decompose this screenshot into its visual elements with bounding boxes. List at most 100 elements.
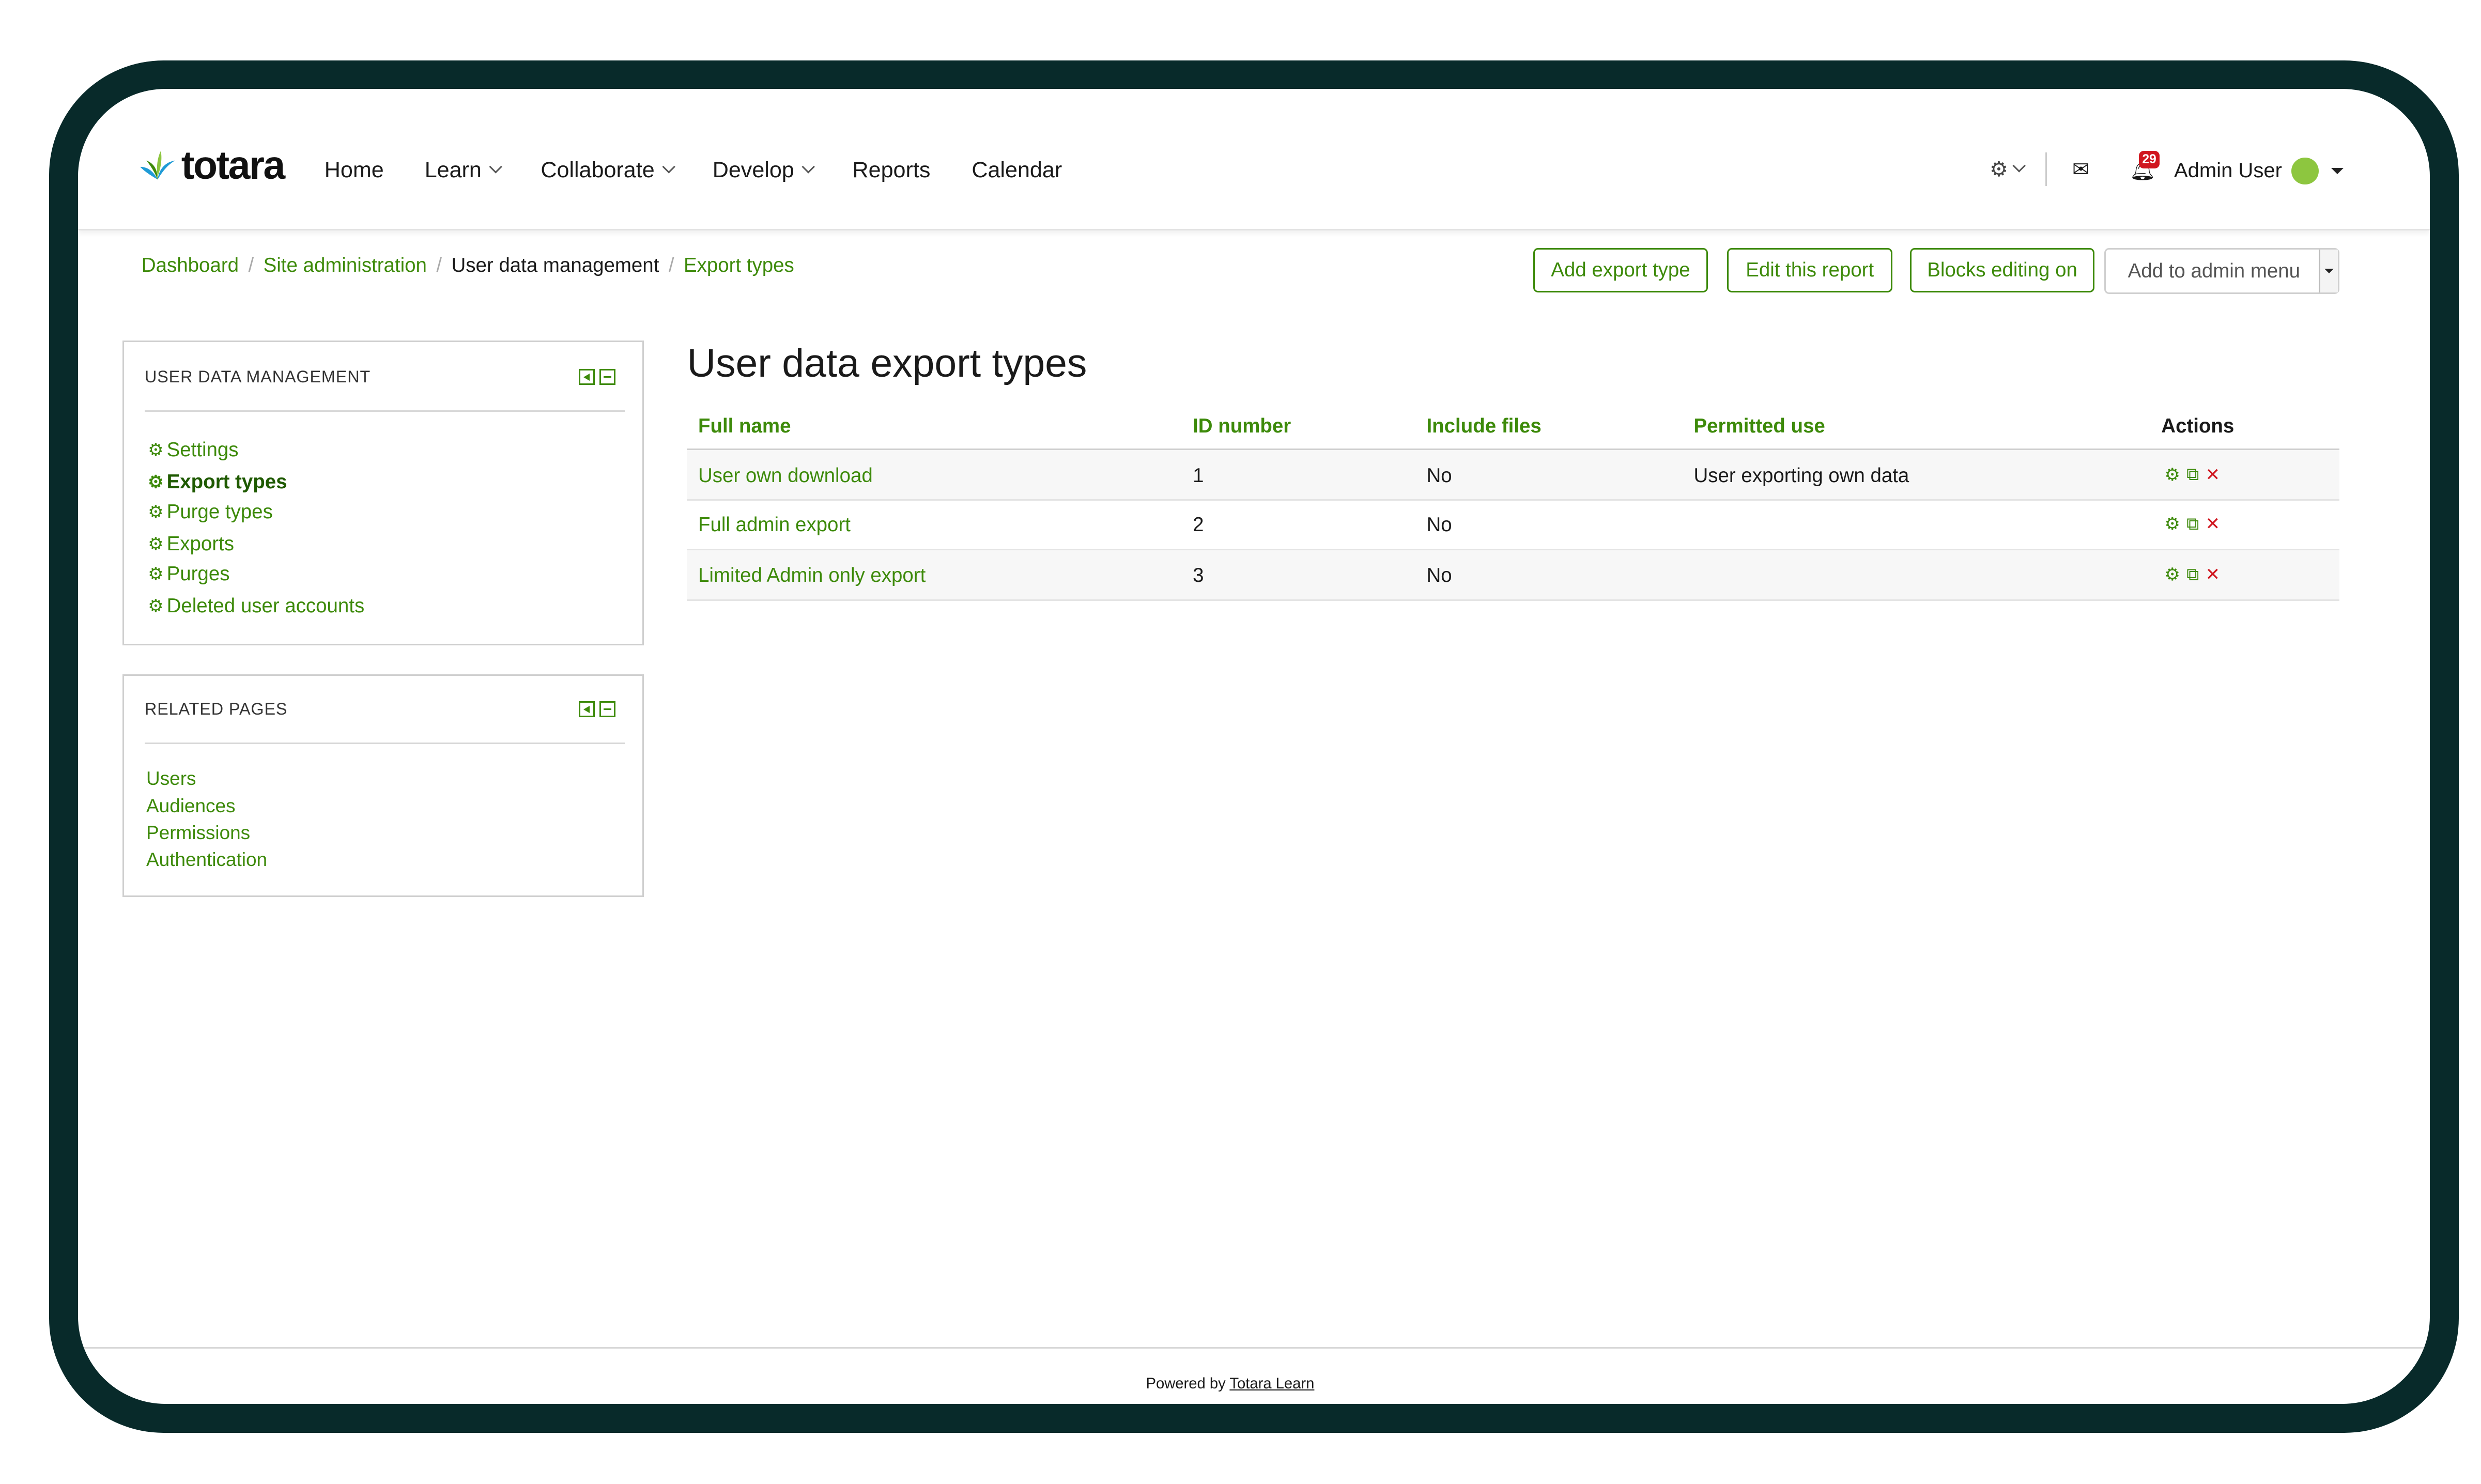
gear-icon: ⚙ — [148, 502, 164, 522]
chevron-down-icon — [2012, 159, 2026, 173]
messages-button[interactable]: ✉ — [2072, 158, 2090, 181]
add-to-admin-menu-select[interactable]: Add to admin menu — [2104, 248, 2339, 295]
column-header-include-files[interactable]: Include files — [1427, 415, 1542, 438]
nav-develop-label: Develop — [712, 157, 794, 182]
gear-icon: ⚙ — [148, 564, 164, 584]
totara-logo[interactable]: totara — [137, 143, 285, 188]
settings-gear-icon[interactable]: ⚙ — [2164, 564, 2180, 585]
avatar — [2291, 157, 2319, 184]
collapse-block-icon[interactable] — [599, 701, 615, 717]
chevron-down-icon — [489, 160, 503, 174]
row-id-number: 2 — [1193, 514, 1204, 536]
row-full-name[interactable]: Limited Admin only export — [698, 564, 926, 587]
dock-block-icon[interactable] — [579, 368, 595, 385]
table-row: Limited Admin only export 3 No ⚙ ⧉ ✕ — [687, 550, 2339, 601]
settings-gear-icon[interactable]: ⚙ — [2164, 514, 2180, 534]
row-include-files: No — [1426, 464, 1452, 487]
breadcrumb-site-administration[interactable]: Site administration — [264, 254, 427, 277]
duplicate-icon[interactable]: ⧉ — [2186, 465, 2199, 485]
related-link-audiences[interactable]: Audiences — [146, 795, 235, 817]
related-pages-block: RELATED PAGES Users Audiences Permission… — [122, 674, 644, 897]
sidebar-item-label: Deleted user accounts — [166, 594, 365, 617]
user-name: Admin User — [2174, 159, 2282, 182]
notification-badge: 29 — [2139, 151, 2160, 169]
sidebar-item-label: Exports — [166, 532, 234, 555]
add-export-type-button[interactable]: Add export type — [1533, 248, 1708, 293]
row-full-name[interactable]: User own download — [698, 465, 873, 487]
page-footer: Powered by Totara Learn — [78, 1375, 2382, 1393]
chevron-down-icon — [662, 160, 676, 174]
row-actions: ⚙ ⧉ ✕ — [2164, 514, 2220, 534]
related-link-authentication[interactable]: Authentication — [146, 849, 267, 871]
block-title: RELATED PAGES — [144, 700, 288, 718]
leaf-icon — [140, 151, 175, 180]
user-data-management-block: USER DATA MANAGEMENT ⚙ Settings ⚙ Export t… — [122, 340, 644, 646]
sidebar-item-settings[interactable]: ⚙ Settings — [148, 439, 238, 461]
sidebar-item-purge-types[interactable]: ⚙ Purge types — [148, 501, 273, 523]
top-navbar: totara Home Learn Collaborate Develop Re… — [78, 89, 2430, 231]
block-divider — [144, 743, 625, 745]
nav-learn-label: Learn — [424, 157, 482, 182]
nav-reports-label: Reports — [852, 157, 931, 182]
sidebar-item-label: Purges — [166, 563, 230, 585]
gear-icon: ⚙ — [148, 596, 164, 616]
column-header-id-number[interactable]: ID number — [1193, 415, 1291, 438]
chevron-down-icon — [802, 160, 815, 174]
footer-totara-link[interactable]: Totara Learn — [1229, 1375, 1314, 1392]
row-full-name[interactable]: Full admin export — [698, 514, 851, 536]
duplicate-icon[interactable]: ⧉ — [2186, 514, 2199, 534]
block-controls — [579, 701, 615, 717]
nav-collaborate[interactable]: Collaborate — [541, 158, 676, 183]
nav-learn[interactable]: Learn — [424, 157, 503, 183]
sidebar-item-label: Settings — [166, 439, 239, 461]
row-permitted-use: User exporting own data — [1693, 464, 1909, 487]
nav-home[interactable]: Home — [325, 158, 384, 183]
nav-calendar-label: Calendar — [972, 157, 1062, 182]
breadcrumb-separator: / — [248, 254, 254, 277]
edit-this-report-button[interactable]: Edit this report — [1727, 248, 1893, 293]
related-link-permissions[interactable]: Permissions — [146, 822, 250, 844]
table-row: User own download 1 No User exporting ow… — [687, 450, 2339, 501]
user-menu[interactable]: Admin User — [2174, 157, 2344, 184]
block-controls — [579, 368, 615, 385]
nav-reports[interactable]: Reports — [853, 158, 931, 183]
page-title: User data export types — [687, 341, 1087, 385]
collapse-block-icon[interactable] — [599, 368, 615, 385]
sidebar-item-deleted-user-accounts[interactable]: ⚙ Deleted user accounts — [148, 595, 364, 617]
blocks-editing-button[interactable]: Blocks editing on — [1910, 248, 2095, 293]
row-include-files: No — [1426, 514, 1452, 536]
caret-down-icon — [2331, 167, 2344, 174]
column-header-permitted-use[interactable]: Permitted use — [1694, 415, 1825, 438]
footer-text: Powered by — [1146, 1375, 1226, 1393]
delete-icon[interactable]: ✕ — [2206, 465, 2220, 485]
sidebar-item-label: Export types — [166, 470, 287, 493]
breadcrumb-export-types[interactable]: Export types — [684, 254, 794, 277]
row-include-files: No — [1426, 564, 1452, 587]
app-window: totara Home Learn Collaborate Develop Re… — [78, 89, 2430, 1404]
breadcrumb-separator: / — [436, 254, 442, 277]
row-actions: ⚙ ⧉ ✕ — [2164, 564, 2220, 585]
gear-icon: ⚙ — [148, 534, 164, 554]
nav-calendar[interactable]: Calendar — [972, 158, 1062, 183]
sidebar-item-export-types[interactable]: ⚙ Export types — [148, 471, 287, 493]
delete-icon[interactable]: ✕ — [2206, 514, 2220, 534]
nav-develop[interactable]: Develop — [712, 157, 815, 183]
column-header-actions: Actions — [2161, 415, 2235, 438]
dock-block-icon[interactable] — [579, 701, 595, 717]
settings-gear-icon[interactable]: ⚙ — [2164, 465, 2180, 485]
breadcrumb-separator: / — [668, 254, 674, 277]
breadcrumb-dashboard[interactable]: Dashboard — [142, 254, 239, 277]
row-id-number: 1 — [1193, 464, 1204, 487]
sidebar-item-exports[interactable]: ⚙ Exports — [148, 533, 234, 555]
select-arrow — [2319, 250, 2338, 293]
delete-icon[interactable]: ✕ — [2206, 564, 2220, 585]
settings-menu[interactable]: ⚙ — [1990, 158, 2026, 181]
sidebar-item-purges[interactable]: ⚙ Purges — [148, 563, 229, 585]
footer-divider — [78, 1347, 2430, 1349]
sidebar-item-label: Purge types — [166, 501, 273, 523]
block-divider — [144, 410, 625, 412]
gear-icon: ⚙ — [148, 472, 164, 492]
related-link-users[interactable]: Users — [146, 768, 196, 790]
duplicate-icon[interactable]: ⧉ — [2186, 565, 2199, 585]
column-header-full-name[interactable]: Full name — [698, 415, 791, 438]
